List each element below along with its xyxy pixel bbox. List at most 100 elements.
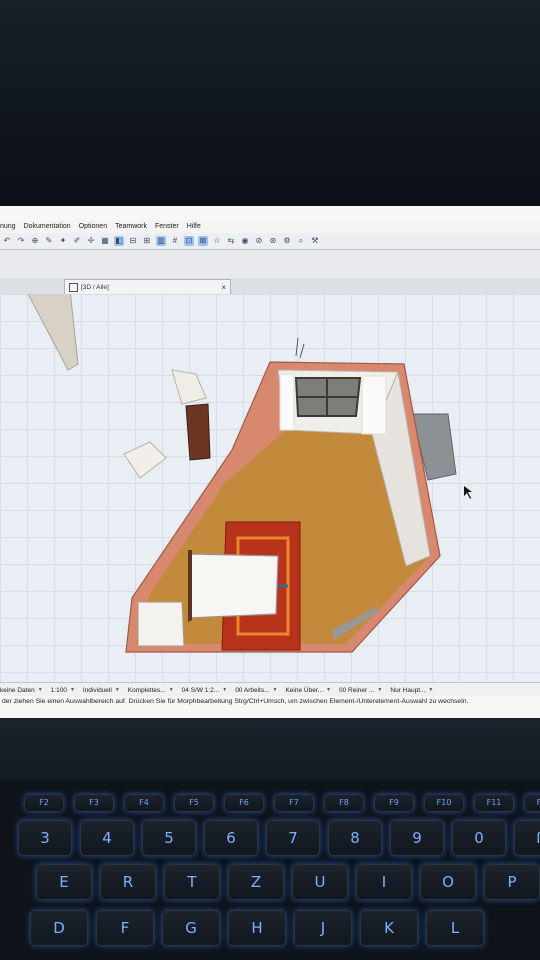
eyedropper-icon[interactable]: ✎ [44, 236, 54, 246]
camera-icon[interactable]: ◉ [240, 236, 250, 246]
star-icon[interactable]: ☆ [212, 236, 222, 246]
status-model-view[interactable]: Komplettes... ▼ [128, 687, 174, 694]
redo-icon[interactable]: ↷ [16, 236, 26, 246]
layout-icon[interactable]: ⊠ [198, 236, 208, 246]
tab-3d-view[interactable]: [3D / Alle] × [64, 279, 231, 294]
key-f: F [96, 910, 154, 946]
ruler-icon[interactable]: ⊞ [142, 236, 152, 246]
key-f2: F2 [24, 794, 64, 812]
menu-item-teamwork[interactable]: Teamwork [115, 223, 147, 230]
key-t: T [164, 864, 220, 900]
status-bar: keine Daten ▼ 1:100 ▼ Individuell ▼ Komplet… [0, 682, 540, 697]
bed-headboard [188, 550, 192, 622]
status-layer-combo[interactable]: 00 Arbeits... ▼ [235, 687, 277, 694]
pen-icon[interactable]: ✐ [72, 236, 82, 246]
menu-item-optionen[interactable]: Optionen [79, 223, 107, 230]
view-tab-bar: [3D / Alle] × [0, 278, 540, 295]
table-dark[interactable] [185, 403, 211, 461]
magic-wand-icon[interactable]: ✦ [58, 236, 68, 246]
title-strip [0, 206, 540, 221]
mouse-cursor-icon [464, 486, 472, 499]
tab-3d-label: [3D / Alle] [81, 283, 109, 291]
key-6: 6 [204, 820, 258, 856]
grid-snap-icon[interactable]: # [170, 236, 180, 246]
menu-bar: nung Dokumentation Optionen Teamwork Fen… [0, 220, 540, 233]
curtain-right [361, 375, 387, 435]
menu-item-hilfe[interactable]: Hilfe [187, 223, 201, 230]
undo-icon[interactable]: ↶ [2, 236, 12, 246]
key-o: O [420, 864, 476, 900]
status-pen-set[interactable]: Individuell ▼ [83, 687, 120, 694]
status-data[interactable]: keine Daten ▼ [0, 687, 43, 694]
key-f6: F6 [224, 794, 264, 812]
snap-icon[interactable]: ▥ [156, 236, 166, 246]
status-scale[interactable]: 1:100 ▼ [51, 687, 75, 694]
status-override[interactable]: Keine Über... ▼ [285, 687, 331, 694]
menu-item-dokumentation[interactable]: Dokumentation [24, 223, 71, 230]
key-r: R [100, 864, 156, 900]
3d-viewport[interactable] [0, 294, 540, 682]
key-f4: F4 [124, 794, 164, 812]
key-u: U [292, 864, 348, 900]
key-z: Z [228, 864, 284, 900]
menu-item-nung[interactable]: nung [0, 223, 16, 230]
armchair-2[interactable] [123, 441, 167, 479]
section-icon[interactable]: ⊟ [128, 236, 138, 246]
key-f10: F10 [424, 794, 464, 812]
key-f9: F9 [374, 794, 414, 812]
key-5: 5 [142, 820, 196, 856]
key-3: 3 [18, 820, 72, 856]
key-g: G [162, 910, 220, 946]
paint-icon[interactable]: ⊘ [254, 236, 264, 246]
key-l: L [426, 910, 484, 946]
share-icon[interactable]: ⊛ [268, 236, 278, 246]
key-8: 8 [328, 820, 382, 856]
key-i: I [356, 864, 412, 900]
key-e: E [36, 864, 92, 900]
wall-segment-left[interactable] [26, 294, 79, 371]
status-renovation[interactable]: 00 Reiner ... ▼ [339, 687, 382, 694]
tools-icon[interactable]: ⚒ [310, 236, 320, 246]
key-j: J [294, 910, 352, 946]
key-k: K [360, 910, 418, 946]
key-4: 4 [80, 820, 134, 856]
keyboard: F2 F3 F4 F5 F6 F7 F8 F9 F10 F11 F12 3 4 … [0, 780, 540, 960]
key-p: P [484, 864, 540, 900]
view-icon[interactable]: ⊡ [184, 236, 194, 246]
key-f8: F8 [324, 794, 364, 812]
key-h: H [228, 910, 286, 946]
key-f5: F5 [174, 794, 214, 812]
transform-icon[interactable]: ⇆ [226, 236, 236, 246]
armchair-1[interactable] [171, 369, 207, 405]
laptop-bezel-top [0, 0, 540, 206]
bed[interactable] [187, 553, 279, 619]
settings-icon[interactable]: ⚙ [282, 236, 292, 246]
curtain-left [279, 373, 295, 431]
3d-window-icon [69, 282, 78, 292]
key-0: 0 [452, 820, 506, 856]
side-cabinet[interactable] [137, 601, 185, 647]
status-structure[interactable]: Nur Haupt... ▼ [390, 687, 433, 694]
laptop-screen: nung Dokumentation Optionen Teamwork Fen… [0, 206, 540, 718]
move-icon[interactable]: ✢ [86, 236, 96, 246]
grid-icon[interactable]: ▦ [100, 236, 110, 246]
pointer-icon[interactable]: ⊕ [30, 236, 40, 246]
close-icon[interactable]: × [221, 283, 226, 292]
key-f11: F11 [474, 794, 514, 812]
main-toolbar: ↶ ↷ ⊕ ✎ ✦ ✐ ✢ ▦ ◧ ⊟ ⊞ ▥ # ⊡ ⊠ ☆ ⇆ ◉ ⊘ ⊛ … [0, 233, 540, 250]
menu-item-fenster[interactable]: Fenster [155, 223, 179, 230]
key-f12: F12 [524, 794, 540, 812]
antenna-icon [295, 337, 299, 357]
key-sz: ß [514, 820, 540, 856]
hint-bar: der ziehen Sie einen Auswahlbereich auf.… [0, 696, 540, 718]
status-print-option[interactable]: 04 S/W 1:2... ▼ [182, 687, 228, 694]
laptop-bezel-bottom [0, 718, 540, 788]
key-7: 7 [266, 820, 320, 856]
layer-icon[interactable]: ◧ [114, 236, 124, 246]
zoom-icon[interactable]: ⌕ [296, 236, 306, 246]
hint-text: der ziehen Sie einen Auswahlbereich auf.… [2, 698, 469, 705]
key-f3: F3 [74, 794, 114, 812]
key-d: D [30, 910, 88, 946]
key-9: 9 [390, 820, 444, 856]
3d-model-canvas [26, 294, 472, 653]
